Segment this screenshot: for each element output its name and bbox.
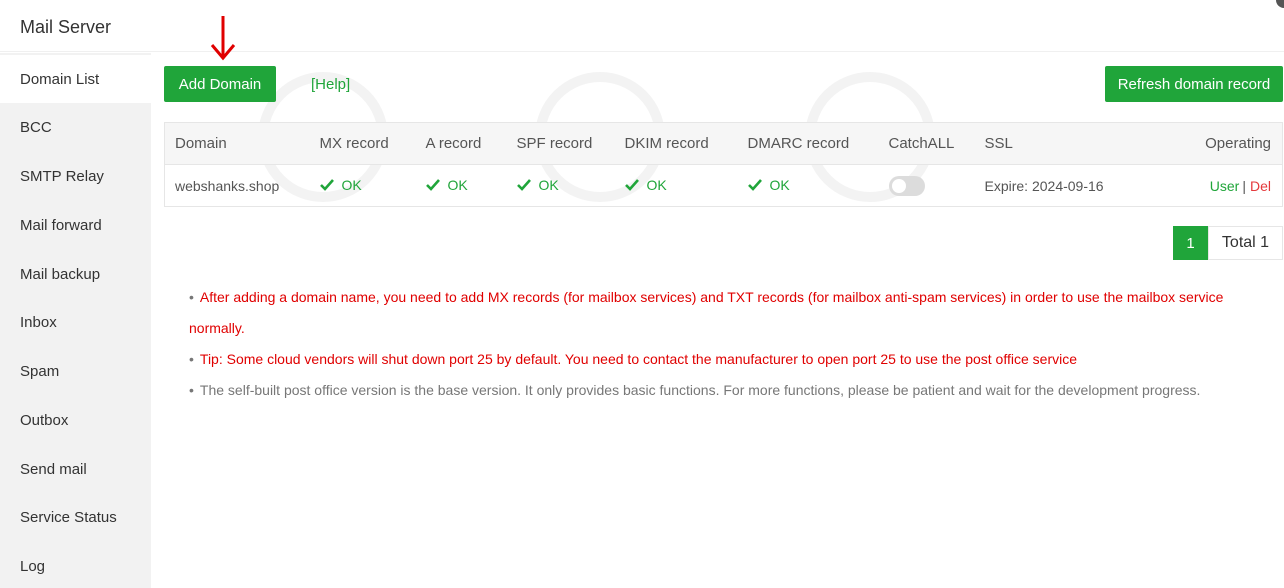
table-header-row: Domain MX record A record SPF record DKI… xyxy=(164,122,1283,165)
sidebar-item-domain-list[interactable]: Domain List xyxy=(0,55,151,103)
table-row: webshanks.shop OK OK OK OK OK Expire: 20… xyxy=(165,165,1283,207)
domain-table: Domain MX record A record SPF record DKI… xyxy=(164,122,1283,207)
col-spf-record[interactable]: SPF record xyxy=(506,122,615,165)
sidebar-item-service-status[interactable]: Service Status xyxy=(0,493,151,541)
note-text: The self-built post office version is th… xyxy=(199,382,1201,398)
app-header: Mail Server xyxy=(0,0,1284,52)
catchall-cell xyxy=(879,165,975,207)
check-icon xyxy=(516,179,531,191)
note-item: • Tip: Some cloud vendors will shut down … xyxy=(189,351,1077,367)
dmarc-status: OK xyxy=(769,177,790,193)
sidebar-item-label: Service Status xyxy=(20,508,117,526)
sidebar-item-label: Inbox xyxy=(20,313,57,331)
sidebar-item-inbox[interactable]: Inbox xyxy=(0,298,151,346)
mail-server-app: Mail Server Domain List BCC SMTP Relay M… xyxy=(0,0,1284,588)
sidebar-item-label: Log xyxy=(20,557,46,575)
pagination-total: Total 1 xyxy=(1208,226,1283,260)
catchall-toggle[interactable] xyxy=(888,175,925,196)
mx-status: OK xyxy=(341,177,362,193)
toggle-knob xyxy=(891,178,906,193)
app-title: Mail Server xyxy=(20,17,112,37)
add-domain-button[interactable]: Add Domain xyxy=(164,66,276,102)
sidebar-item-label: Send mail xyxy=(20,460,87,478)
col-dkim-record[interactable]: DKIM record xyxy=(614,122,738,165)
note-text: After adding a domain name, you need to … xyxy=(189,289,1224,336)
operating-separator: | xyxy=(1242,177,1246,194)
sidebar-item-outbox[interactable]: Outbox xyxy=(0,396,151,444)
domain-cell: webshanks.shop xyxy=(175,177,280,194)
corner-close-icon[interactable] xyxy=(1276,0,1284,8)
col-a-record[interactable]: A record xyxy=(415,122,507,165)
page-1-button[interactable]: 1 xyxy=(1173,226,1208,260)
col-domain[interactable]: Domain xyxy=(164,122,310,165)
col-operating[interactable]: Operating xyxy=(1174,122,1283,165)
sidebar-item-send-mail[interactable]: Send mail xyxy=(0,445,151,493)
ssl-expiry: Expire: 2024-09-16 xyxy=(984,177,1104,194)
sidebar-item-smtp-relay[interactable]: SMTP Relay xyxy=(0,152,151,200)
sidebar-item-mail-forward[interactable]: Mail forward xyxy=(0,201,151,249)
sidebar-item-mail-backup[interactable]: Mail backup xyxy=(0,250,151,298)
sidebar-item-label: Domain List xyxy=(20,70,100,88)
arrow-down-icon xyxy=(210,16,236,61)
check-icon xyxy=(747,179,762,191)
sidebar-item-label: Mail backup xyxy=(20,265,101,283)
user-link[interactable]: User xyxy=(1210,178,1240,194)
sidebar-item-label: Mail forward xyxy=(20,216,102,234)
dkim-status: OK xyxy=(646,177,667,193)
refresh-domain-record-button[interactable]: Refresh domain record xyxy=(1105,66,1283,102)
spf-status-cell: OK xyxy=(507,165,615,207)
dmarc-status-cell: OK xyxy=(738,165,879,207)
help-link[interactable]: [Help] xyxy=(311,76,350,93)
sidebar-item-label: Spam xyxy=(20,362,60,380)
operating-cell: User | Del xyxy=(1175,165,1283,207)
check-icon xyxy=(425,179,440,191)
sidebar-item-bcc[interactable]: BCC xyxy=(0,103,151,151)
check-icon xyxy=(624,179,639,191)
col-catchall[interactable]: CatchALL xyxy=(878,122,975,165)
sidebar-item-label: BCC xyxy=(20,118,52,136)
delete-link[interactable]: Del xyxy=(1250,178,1271,194)
sidebar-item-log[interactable]: Log xyxy=(0,542,151,588)
a-status-cell: OK xyxy=(416,165,507,207)
sidebar-item-label: SMTP Relay xyxy=(20,167,104,185)
note-item: • After adding a domain name, you need to… xyxy=(189,289,1224,336)
check-icon xyxy=(319,179,334,191)
notes-list: • After adding a domain name, you need to… xyxy=(189,282,1259,406)
col-dmarc-record[interactable]: DMARC record xyxy=(737,122,879,165)
col-mx-record[interactable]: MX record xyxy=(309,122,416,165)
dkim-status-cell: OK xyxy=(615,165,738,207)
note-item: • The self-built post office version is t… xyxy=(189,382,1201,398)
sidebar-item-label: Outbox xyxy=(20,411,69,429)
sidebar-item-spam[interactable]: Spam xyxy=(0,347,151,395)
mx-status-cell: OK xyxy=(310,165,416,207)
a-status: OK xyxy=(447,177,468,193)
sidebar: Domain List BCC SMTP Relay Mail forward … xyxy=(0,53,151,588)
note-text: Tip: Some cloud vendors will shut down p… xyxy=(199,351,1077,367)
spf-status: OK xyxy=(538,177,559,193)
col-ssl[interactable]: SSL xyxy=(974,122,1175,165)
